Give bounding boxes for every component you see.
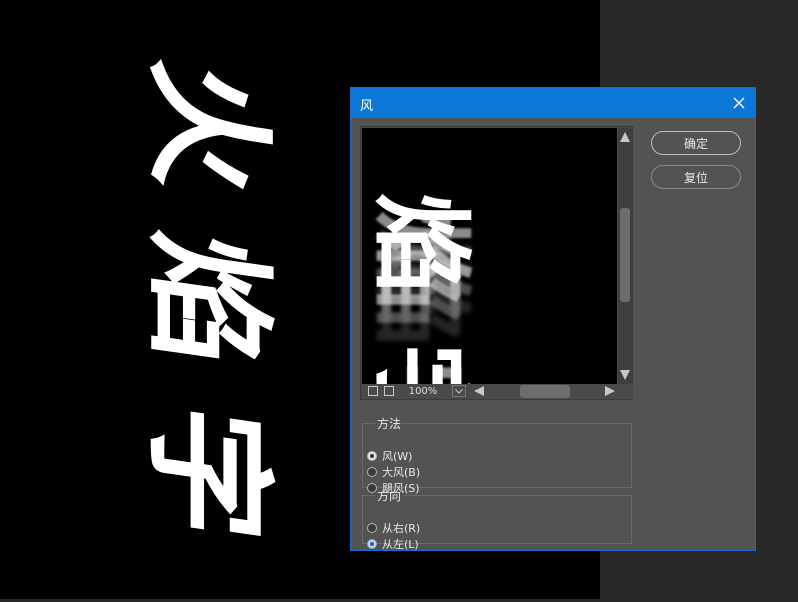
dialog-title: 风 — [360, 99, 374, 114]
preview-toolbar: 100% — [362, 384, 633, 399]
dialog-titlebar[interactable]: 风 — [351, 88, 755, 118]
method-group: 方法 风(W) 大风(B) 飓风(S) — [362, 415, 632, 495]
reset-button[interactable]: 复位 — [651, 165, 741, 189]
preview-panel: 焰 字 100% — [360, 126, 633, 400]
zoom-in-icon[interactable] — [384, 386, 394, 396]
radio-from-right[interactable]: 从右(R) — [367, 520, 420, 536]
canvas-text-layer: 火 焰 字 — [118, 42, 298, 558]
preview-char: 焰 — [362, 193, 480, 293]
radio-dot[interactable] — [367, 523, 377, 533]
canvas-char: 字 — [131, 396, 285, 548]
radio-dot[interactable] — [367, 539, 377, 549]
chevron-down-icon — [455, 388, 463, 394]
scroll-right-icon[interactable] — [605, 386, 615, 396]
radio-strong-wind[interactable]: 大风(B) — [367, 464, 420, 480]
radio-dot[interactable] — [367, 451, 377, 461]
radio-from-left[interactable]: 从左(L) — [367, 536, 419, 552]
preview-vertical-scrollbar[interactable] — [618, 128, 632, 384]
canvas-char: 火 — [131, 52, 285, 204]
direction-group: 方向 从右(R) 从左(L) — [362, 487, 632, 551]
horizontal-scroll-thumb[interactable] — [520, 385, 570, 398]
scroll-down-icon[interactable] — [620, 370, 630, 380]
zoom-level: 100% — [408, 386, 438, 397]
radio-label: 风(W) — [382, 450, 413, 463]
direction-legend: 方向 — [377, 489, 402, 503]
radio-label: 从右(R) — [382, 522, 421, 535]
scroll-up-icon[interactable] — [620, 132, 630, 142]
method-legend: 方法 — [377, 417, 402, 431]
scroll-thumb[interactable] — [620, 208, 630, 302]
wind-filter-dialog: 风 焰 字 100% 确定 复位 — [350, 87, 756, 551]
canvas-char: 焰 — [131, 224, 285, 376]
radio-label: 大风(B) — [382, 466, 421, 479]
preview-image[interactable]: 焰 字 — [362, 128, 617, 384]
ok-button[interactable]: 确定 — [651, 131, 741, 155]
zoom-out-icon[interactable] — [368, 386, 378, 396]
close-icon[interactable] — [729, 93, 749, 113]
radio-label: 从左(L) — [382, 538, 419, 551]
radio-wind[interactable]: 风(W) — [367, 448, 412, 464]
zoom-dropdown[interactable] — [452, 385, 466, 397]
radio-dot[interactable] — [367, 467, 377, 477]
preview-char: 字 — [362, 343, 481, 384]
scroll-left-icon[interactable] — [474, 386, 484, 396]
preview-text-layer: 焰 字 — [362, 188, 480, 384]
